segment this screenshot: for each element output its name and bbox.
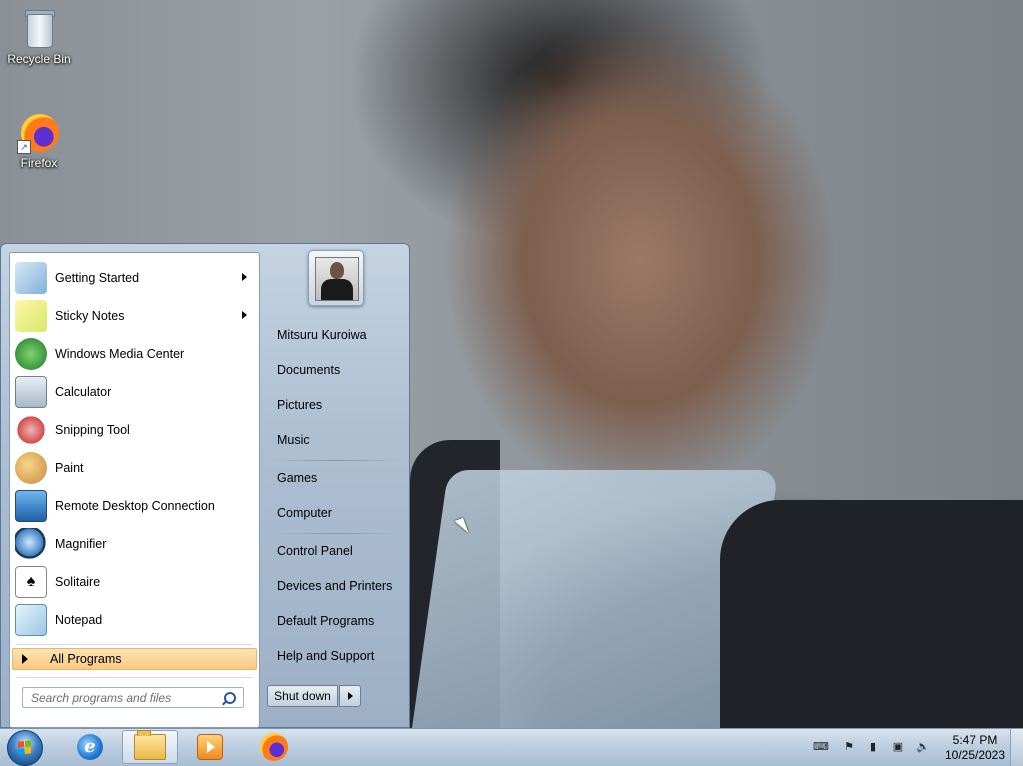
search-icon[interactable] (224, 692, 236, 704)
program-windows-media-center[interactable]: Windows Media Center (12, 336, 257, 372)
desktop-icon-firefox[interactable]: ↗ Firefox (4, 110, 74, 170)
desktop-icon-label: Recycle Bin (7, 52, 71, 66)
windows-logo-icon (18, 740, 32, 755)
start-right-music[interactable]: Music (267, 425, 401, 455)
remote-desktop-icon (15, 490, 47, 522)
divider (16, 644, 253, 645)
wallpaper-jacket-right (720, 500, 1023, 728)
taskbar-windows-media-player[interactable] (182, 730, 238, 764)
taskbar-windows-explorer[interactable] (122, 730, 178, 764)
recycle-bin-icon (17, 6, 61, 50)
start-button[interactable] (7, 730, 43, 766)
divider (16, 677, 253, 678)
program-label: Sticky Notes (55, 309, 125, 323)
solitaire-icon: ♠ (15, 566, 47, 598)
clock-time: 5:47 PM (952, 733, 998, 747)
firefox-icon: ↗ (17, 110, 61, 154)
volume-icon[interactable]: 🔈 (916, 741, 930, 753)
program-label: Getting Started (55, 271, 140, 285)
desktop-icon-label: Firefox (20, 156, 58, 170)
windows-media-player-icon (197, 734, 223, 760)
avatar (315, 257, 359, 301)
sticky-notes-icon (15, 300, 47, 332)
submenu-arrow-icon[interactable] (242, 311, 247, 319)
start-right-help-and-support[interactable]: Help and Support (267, 641, 401, 671)
start-right-user-folder[interactable]: Mitsuru Kuroiwa (267, 320, 401, 350)
keyboard-icon[interactable]: ⌨ (813, 741, 829, 753)
program-label: Remote Desktop Connection (55, 499, 215, 513)
shortcut-arrow-icon: ↗ (17, 140, 31, 154)
shut-down-button[interactable]: Shut down (267, 685, 338, 707)
program-snipping-tool[interactable]: Snipping Tool (12, 412, 257, 448)
start-right-devices-and-printers[interactable]: Devices and Printers (267, 571, 401, 601)
program-label: Notepad (55, 613, 103, 627)
divider (271, 533, 401, 534)
program-calculator[interactable]: Calculator (12, 374, 257, 410)
program-label: Snipping Tool (55, 423, 130, 437)
internet-explorer-icon: e (77, 734, 103, 760)
program-paint[interactable]: Paint (12, 450, 257, 486)
all-programs-arrow-icon (22, 654, 28, 664)
windows-media-center-icon (15, 338, 47, 370)
start-search-box[interactable] (22, 687, 244, 708)
all-programs-button[interactable]: All Programs (12, 648, 257, 670)
start-menu-programs-pane: Getting Started Sticky Notes Windows Med… (9, 252, 260, 728)
taskbar-firefox[interactable] (246, 730, 302, 764)
start-right-games[interactable]: Games (267, 463, 401, 493)
taskbar-internet-explorer[interactable]: e (62, 730, 118, 764)
start-right-computer[interactable]: Computer (267, 498, 401, 528)
start-right-documents[interactable]: Documents (267, 355, 401, 385)
start-menu: Getting Started Sticky Notes Windows Med… (0, 243, 410, 728)
paint-icon (15, 452, 47, 484)
show-desktop-button[interactable] (1010, 729, 1023, 766)
magnifier-icon (15, 528, 47, 560)
program-sticky-notes[interactable]: Sticky Notes (12, 298, 257, 334)
start-right-control-panel[interactable]: Control Panel (267, 536, 401, 566)
program-label: Windows Media Center (55, 347, 185, 361)
calculator-icon (15, 376, 47, 408)
windows-explorer-icon (134, 730, 166, 760)
all-programs-label: All Programs (50, 652, 122, 666)
clock-date: 10/25/2023 (944, 748, 1006, 762)
program-label: Magnifier (55, 537, 107, 551)
user-account-picture[interactable] (308, 250, 364, 306)
program-solitaire[interactable]: ♠ Solitaire (12, 564, 257, 600)
program-notepad[interactable]: Notepad (12, 602, 257, 638)
program-label: Solitaire (55, 575, 101, 589)
submenu-arrow-icon[interactable] (242, 273, 247, 281)
notepad-icon (15, 604, 47, 636)
program-label: Calculator (55, 385, 112, 399)
desktop-icon-recycle-bin[interactable]: Recycle Bin (4, 6, 74, 66)
divider (271, 460, 401, 461)
shut-down-options-button[interactable] (339, 685, 361, 707)
start-right-default-programs[interactable]: Default Programs (267, 606, 401, 636)
taskbar-clock[interactable]: 5:47 PM 10/25/2023 (940, 733, 1010, 763)
start-right-pictures[interactable]: Pictures (267, 390, 401, 420)
firefox-icon (260, 733, 288, 761)
power-icon[interactable]: ▮ (867, 741, 879, 753)
network-icon[interactable]: ▣ (892, 741, 904, 753)
action-center-flag-icon[interactable]: ⚑ (843, 741, 855, 753)
taskbar: e ⌨ ⚑ ▮ ▣ 🔈 5:47 PM 10/25/2023 (0, 728, 1023, 766)
program-remote-desktop-connection[interactable]: Remote Desktop Connection (12, 488, 257, 524)
getting-started-icon (15, 262, 47, 294)
program-label: Paint (55, 461, 84, 475)
snipping-tool-icon (15, 414, 47, 446)
search-input[interactable] (29, 688, 223, 707)
program-magnifier[interactable]: Magnifier (12, 526, 257, 562)
program-getting-started[interactable]: Getting Started (12, 260, 257, 296)
